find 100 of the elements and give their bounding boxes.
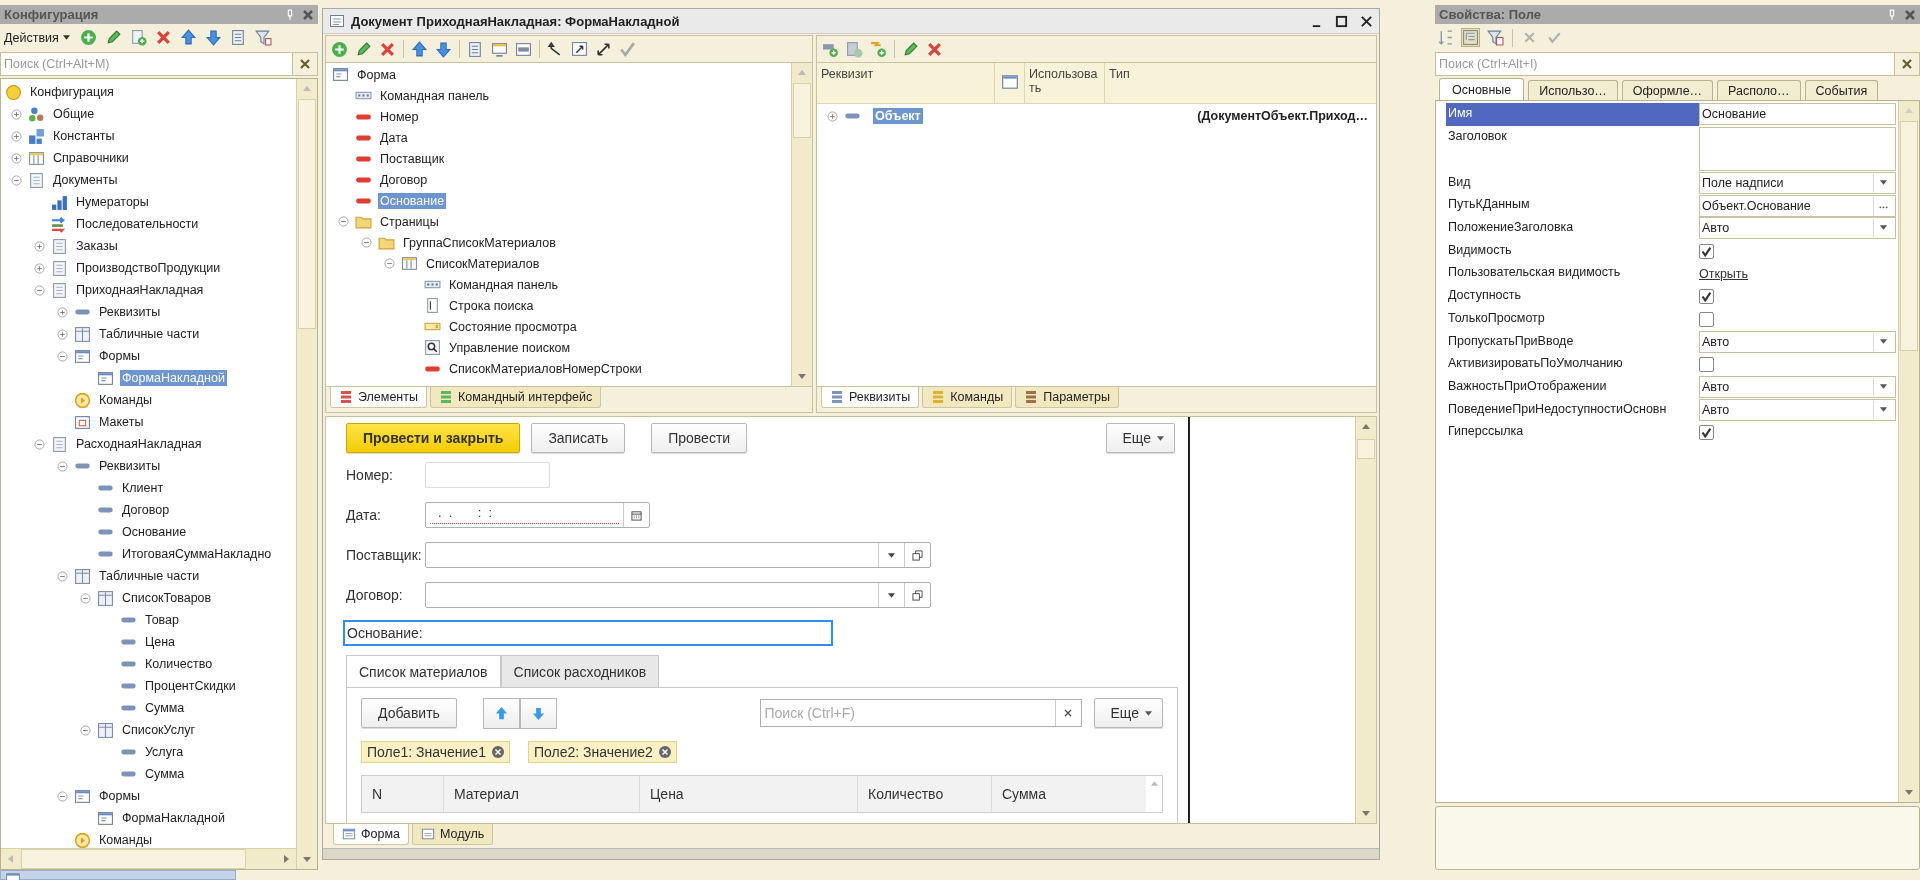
list-icon[interactable] [229, 29, 247, 46]
tab[interactable]: Список материалов [346, 655, 501, 687]
monitor-icon[interactable] [491, 40, 508, 58]
collapse-icon[interactable] [34, 284, 45, 296]
tab[interactable]: Список расходников [500, 655, 660, 687]
delete-icon[interactable] [379, 40, 396, 58]
pin-icon[interactable] [1888, 8, 1896, 21]
expand-icon[interactable] [34, 262, 45, 274]
tab[interactable]: Модуль [411, 824, 494, 845]
move-up-button[interactable] [482, 697, 520, 729]
tree-item[interactable]: Макеты [97, 414, 146, 430]
scroll-thumb[interactable] [1357, 439, 1375, 459]
scroll-thumb[interactable] [1900, 121, 1918, 351]
property-name[interactable]: Заголовок [1446, 125, 1699, 172]
tab[interactable]: Основные [1439, 78, 1525, 100]
column-header[interactable]: Сумма [992, 776, 1146, 812]
tree-item[interactable]: Формы [97, 348, 142, 364]
select-field[interactable]: Поле надписи [1699, 172, 1896, 195]
tab[interactable]: Командный интерфейс [430, 387, 602, 408]
more-button[interactable]: Еще [1093, 698, 1163, 728]
add-button[interactable]: Добавить [361, 698, 457, 728]
scrollbar[interactable] [791, 63, 812, 386]
property-name[interactable]: Доступность [1446, 285, 1699, 308]
add-icon[interactable] [331, 40, 348, 58]
resize-icon[interactable] [571, 40, 588, 58]
collapse-icon[interactable] [338, 216, 349, 227]
checkbox[interactable] [1699, 288, 1714, 304]
diagonal-arrow-icon[interactable] [595, 40, 612, 58]
select-field[interactable] [425, 582, 931, 608]
tree-item[interactable]: Договор [120, 502, 172, 518]
tree-item[interactable]: Заказы [74, 238, 120, 254]
expand-icon[interactable] [11, 130, 22, 142]
close-icon[interactable] [1360, 14, 1373, 28]
checkbox[interactable] [1699, 243, 1714, 259]
date-field[interactable]: . . : : [425, 502, 650, 528]
tree-item[interactable]: Формы [97, 788, 142, 804]
tab[interactable]: Параметры [1015, 387, 1119, 408]
tree-item[interactable]: Товар [143, 612, 181, 628]
down-arrow-icon[interactable] [435, 40, 452, 58]
form-button[interactable]: Провести и закрыть [346, 423, 521, 453]
tree-item[interactable]: Номер [378, 108, 421, 125]
tree-item[interactable]: Общие [51, 106, 97, 122]
select-field[interactable]: Авто [1699, 330, 1896, 353]
filter-tag[interactable]: Поле2: Значение2 [527, 741, 677, 763]
expand-icon[interactable] [11, 152, 22, 164]
tree-item[interactable]: Команды [97, 832, 154, 848]
tree-item[interactable]: Командная панель [378, 87, 492, 104]
column-header[interactable]: Использовать [1025, 63, 1105, 103]
label-field[interactable]: Основание: [343, 620, 833, 646]
collapse-icon[interactable] [80, 592, 91, 604]
tab[interactable]: Оформле… [1621, 80, 1714, 100]
tree-item[interactable]: ПроизводствоПродукции [74, 260, 223, 276]
tab[interactable]: Располо… [1717, 80, 1801, 100]
tree-item[interactable]: Конфигурация [28, 84, 116, 100]
scroll-thumb[interactable] [298, 99, 316, 329]
collapse-icon[interactable] [34, 438, 45, 450]
collapse-icon[interactable] [57, 460, 68, 472]
scroll-thumb[interactable] [21, 849, 246, 869]
scroll-up-icon[interactable] [1150, 780, 1158, 786]
scrollbar[interactable] [1898, 101, 1919, 802]
tree-item[interactable]: СписокУслуг [120, 722, 198, 738]
pencil-icon[interactable] [104, 29, 122, 46]
list-icon[interactable] [467, 40, 484, 58]
tree-item[interactable]: СписокМатериалов [424, 255, 542, 272]
tree-item[interactable]: ПриходнаяНакладная [74, 282, 206, 298]
column-header[interactable]: Материал [444, 776, 640, 812]
tab[interactable]: События [1804, 80, 1879, 100]
filter-icon[interactable] [254, 29, 272, 46]
tab[interactable]: Форма [333, 824, 409, 845]
collapse-icon[interactable] [11, 174, 22, 186]
add-icon[interactable] [870, 40, 887, 58]
tree-item[interactable]: Страницы [378, 213, 441, 230]
expand-icon[interactable] [57, 306, 68, 318]
tree-item[interactable]: Реквизиты [97, 458, 163, 474]
value-field[interactable]: Объект.Основание [1699, 194, 1896, 217]
delete-icon[interactable] [926, 40, 943, 58]
search-field[interactable]: Поиск (Ctrl+F) [759, 699, 1082, 727]
tree-item[interactable]: Состояние просмотра [447, 318, 579, 335]
tree-item[interactable]: Клиент [120, 480, 166, 496]
add-icon[interactable] [846, 40, 863, 58]
tree-item[interactable]: ФормаНакладной [120, 810, 227, 826]
tab[interactable]: Использо… [1528, 80, 1618, 100]
check-icon[interactable] [619, 40, 636, 58]
pencil-icon[interactable] [902, 40, 919, 58]
tab[interactable]: Команды [922, 387, 1013, 408]
value-field[interactable]: Основание [1699, 103, 1896, 126]
form-button[interactable]: Провести [651, 423, 748, 453]
copy-icon[interactable] [129, 29, 147, 46]
tree-item[interactable]: ИтоговаяСуммаНакладно [120, 546, 274, 562]
tree-item[interactable]: Поставщик [378, 150, 447, 167]
search-field[interactable]: Поиск (Ctrl+Alt+M) [0, 52, 318, 76]
tree-item[interactable]: СписокМатериаловНомерСтроки [447, 360, 644, 377]
input-field[interactable] [425, 462, 550, 488]
tree-item[interactable]: Реквизиты [97, 304, 163, 320]
collapse-icon[interactable] [57, 790, 68, 802]
clear-icon[interactable] [1894, 53, 1919, 75]
move-down-button[interactable] [519, 697, 557, 729]
tree-item[interactable]: СписокТоваров [120, 590, 214, 606]
tree-item[interactable]: Количество [143, 656, 215, 672]
up-arrow-icon[interactable] [411, 40, 428, 58]
